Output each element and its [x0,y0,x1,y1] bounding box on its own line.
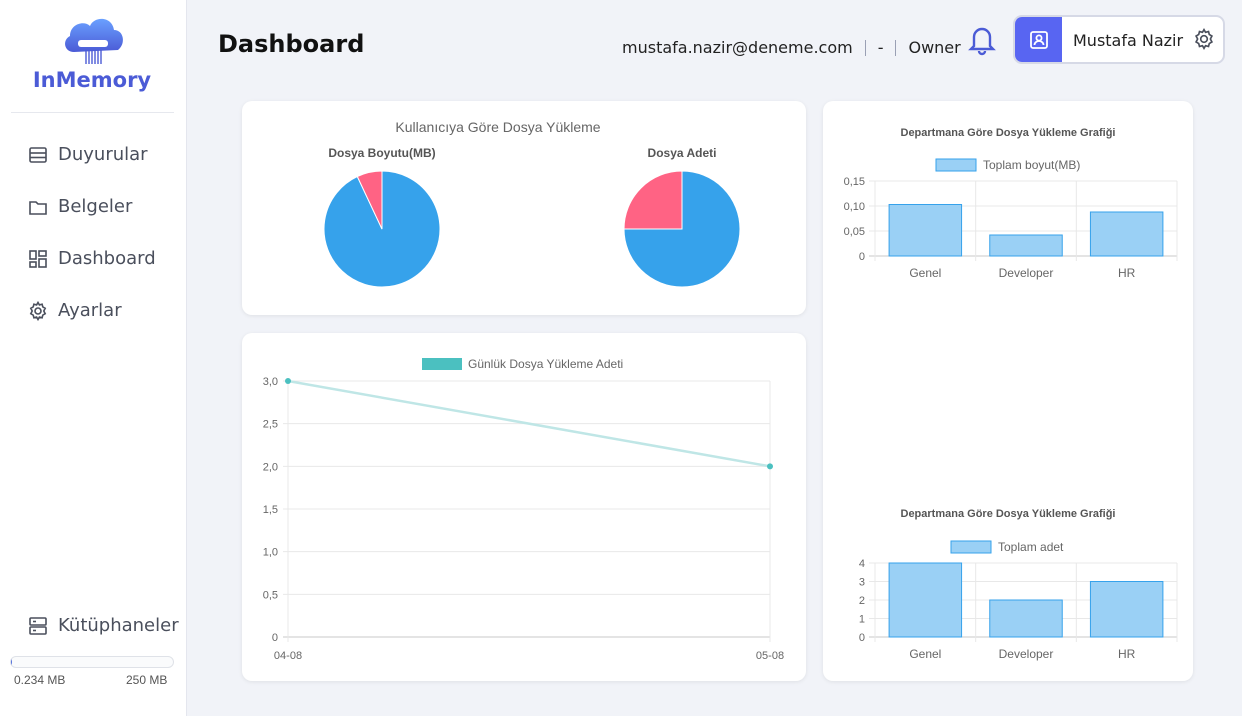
storage-progress-bar [10,656,174,668]
bar-chart-size: 0 0,05 0,10 0,15 Genel Developer HR Toplam boyu… [844,158,1178,280]
y-tick-label: 0,10 [844,201,865,213]
y-tick-label: 0,05 [844,226,865,238]
sidebar-item-label: Kütüphaneler [58,615,179,636]
sidebar-item-label: Ayarlar [58,300,122,321]
y-tick-label: 2,5 [263,419,278,431]
notification-bell-icon[interactable] [966,22,998,56]
folder-icon [29,200,47,215]
y-tick-label: 4 [859,558,865,570]
storage-progress-fill [11,657,12,667]
pie-chart-size [323,170,441,288]
sidebar-item-ayarlar[interactable]: Ayarlar [28,300,122,321]
storage-used: 0.234 MB [14,673,66,687]
y-tick-label: 0,5 [263,589,278,601]
bar-chart-count: 0 1 2 3 4 Genel Developer HR Toplam adet [859,540,1178,661]
gear-icon [29,300,47,321]
bar [888,204,963,257]
y-tick-label: 2,0 [263,461,278,473]
bar [1089,581,1164,638]
avatar [1015,17,1062,62]
x-tick-label: Genel [909,266,941,280]
y-tick-label: 0 [859,251,865,263]
y-tick-label: 1,5 [263,504,278,516]
chart-title: Departmana Göre Dosya Yükleme Grafiği [900,127,1116,139]
y-tick-label: 1,0 [263,547,278,559]
y-tick-label: 2 [859,595,865,607]
bar-charts-card: Departmana Göre Dosya Yükleme Grafiği 00… [823,101,1193,681]
sidebar-item-dashboard[interactable]: Dashboard [28,248,156,269]
legend-swatch [950,540,992,554]
chart-title: Departmana Göre Dosya Yükleme Grafiği [900,508,1116,520]
pie-charts-card: Kullanıcıya Göre Dosya Yükleme Dosya Boy… [242,101,806,315]
line-chart: 0 0,5 1,0 1,5 2,0 2,5 3,0 04-08 05-08 Günlük Dosy… [263,357,784,662]
legend-label: Toplam adet [998,540,1064,554]
x-tick-label: HR [1118,266,1136,280]
line-chart-card: 0 0,5 1,0 1,5 2,0 2,5 3,0 04-08 05-08 Günlük Dosy… [242,333,806,681]
y-tick-label: 1 [859,614,865,626]
pie-slice [623,170,683,230]
legend-label: Toplam boyut(MB) [983,158,1080,172]
y-tick-label: 0 [859,632,865,644]
chart-subtitle: Dosya Adeti [647,146,717,160]
dashboard-icon [29,249,47,268]
y-tick-label: 3 [859,577,865,589]
chart-title: Kullanıcıya Göre Dosya Yükleme [395,119,601,135]
x-tick-label: Developer [999,266,1054,280]
list-icon [29,146,47,163]
legend-swatch [422,358,462,370]
separator [864,39,866,56]
bar [888,562,963,638]
user-settings-gear-icon[interactable] [1193,28,1217,52]
user-role: Owner [908,38,961,57]
pie-chart-count [623,170,741,288]
x-tick-label: 05-08 [756,650,784,662]
bar [1089,211,1164,257]
y-tick-label: 3,0 [263,376,278,388]
storage-total: 250 MB [126,673,168,687]
user-card-icon [1029,30,1048,49]
cloud-logo-icon [64,18,123,64]
data-point [285,378,291,384]
separator [895,39,897,56]
data-point [767,463,773,470]
x-tick-label: 04-08 [274,650,302,662]
sidebar-divider [11,112,174,113]
bar [989,234,1063,257]
sidebar-item-label: Duyurular [58,144,148,165]
sidebar-item-kutuphaneler[interactable]: Kütüphaneler [28,615,179,636]
logo [0,14,187,73]
server-icon [29,616,47,635]
x-tick-label: HR [1118,647,1136,661]
x-tick-label: Developer [999,647,1054,661]
app-name: InMemory [32,68,152,92]
user-meta: mustafa.nazir@deneme.com - Owner [622,38,961,57]
chart-subtitle: Dosya Boyutu(MB) [328,146,436,160]
dash-text: - [877,38,884,57]
y-tick-label: 0,15 [844,176,865,188]
y-tick-label: 0 [272,632,278,644]
user-email: mustafa.nazir@deneme.com [622,38,853,57]
user-name: Mustafa Nazir [1073,31,1184,50]
page-title: Dashboard [218,30,365,58]
legend-swatch [935,158,977,172]
sidebar-item-belgeler[interactable]: Belgeler [28,196,132,217]
x-tick-label: Genel [909,647,941,661]
user-menu[interactable]: Mustafa Nazir [1013,15,1225,64]
legend-label: Günlük Dosya Yükleme Adeti [468,357,623,371]
bar [989,599,1063,638]
sidebar-item-duyurular[interactable]: Duyurular [28,144,148,165]
sidebar-item-label: Belgeler [58,196,133,217]
sidebar: InMemory Duyurular Belgeler Dashboard Ay… [0,0,187,716]
sidebar-item-label: Dashboard [58,248,156,269]
